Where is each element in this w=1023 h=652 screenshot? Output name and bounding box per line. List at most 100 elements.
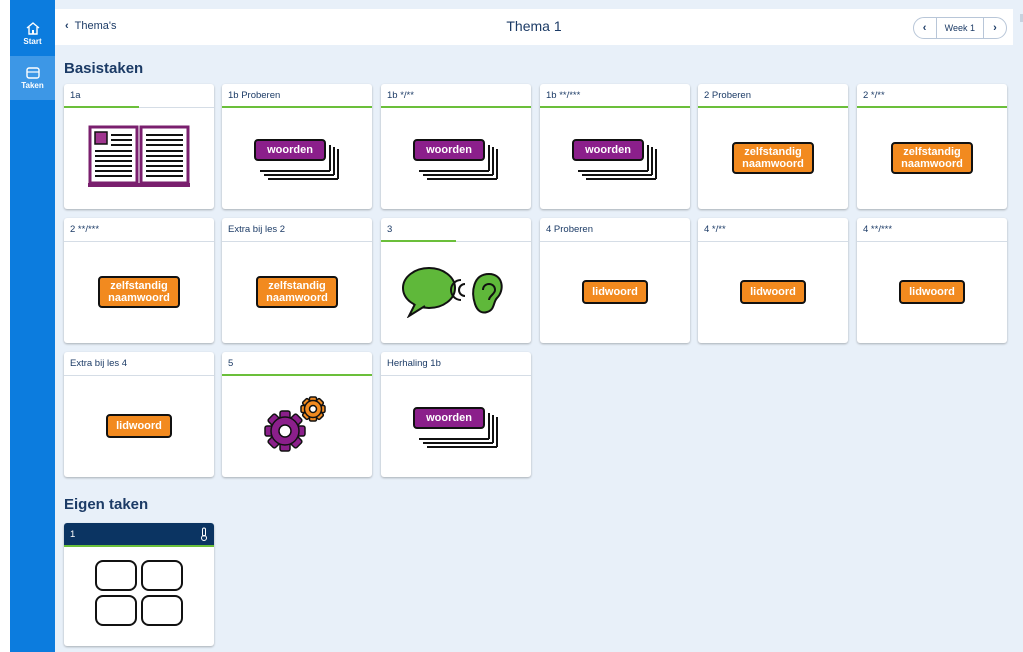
card-progress-bar [222,106,372,108]
card-header: 1 [64,523,214,547]
card-illustration: zelfstandig naamwoord [857,108,1007,208]
page-title: Thema 1 [506,18,562,34]
card-illustration: woorden [222,108,372,208]
card-progress-bar [698,106,848,108]
sidebar-item-start[interactable]: Start [10,12,55,56]
section-title-eigen-taken: Eigen taken [64,496,149,513]
card-illustration: zelfstandig naamwoord [222,242,372,342]
sidebar-item-taken[interactable]: Taken [10,56,55,100]
card-illustration: lidwoord [857,242,1007,342]
card-progress-bar [381,240,456,242]
section-title-basistaken: Basistaken [64,60,144,77]
zelfstandig-naamwoord-tag: zelfstandig naamwoord [98,276,180,308]
card-title: 3 [387,224,393,235]
woorden-tag: woorden [411,403,501,449]
woorden-label: woorden [572,139,644,161]
zelfstandig-naamwoord-tag: zelfstandig naamwoord [256,276,338,308]
card-title: 1b Proberen [228,90,281,101]
tag-line: zelfstandig [110,280,168,292]
task-card[interactable]: Extra bij les 2 zelfstandig naamwoord [222,218,372,343]
woorden-label: woorden [413,407,485,429]
card-title: Herhaling 1b [387,358,441,369]
task-card[interactable]: 4 Proberen lidwoord [540,218,690,343]
task-card[interactable]: 2 Proberen zelfstandig naamwoord [698,84,848,209]
card-title: 4 */** [704,224,726,235]
sidebar-item-label: Start [23,37,42,46]
card-header: 2 Proberen [698,84,848,108]
card-illustration: lidwoord [64,376,214,476]
card-illustration [222,376,372,476]
card-progress-bar [222,374,372,376]
task-card[interactable]: 1b */** woorden [381,84,531,209]
card-header: 1a [64,84,214,108]
tag-line: zelfstandig [268,280,326,292]
card-illustration: woorden [381,376,531,476]
grid-icon [93,558,185,633]
card-title: 2 **/*** [70,224,100,235]
card-illustration: lidwoord [540,242,690,342]
card-illustration: lidwoord [698,242,848,342]
card-title: 1b */** [387,90,414,101]
card-header: 4 */** [698,218,848,242]
sidebar: Start Taken [10,0,55,652]
task-card[interactable]: 4 **/*** lidwoord [857,218,1007,343]
lidwoord-tag: lidwoord [899,280,965,304]
woorden-tag: woorden [252,135,342,181]
card-header: Extra bij les 2 [222,218,372,242]
own-task-card[interactable]: 1 [64,523,214,646]
task-card[interactable]: 1b **/*** woorden [540,84,690,209]
sidebar-item-label: Taken [21,80,44,90]
woorden-label: woorden [413,139,485,161]
card-progress-bar [64,106,139,108]
card-header: 4 Proberen [540,218,690,242]
lidwoord-tag: lidwoord [740,280,806,304]
woorden-tag: woorden [570,135,660,181]
card-illustration: woorden [381,108,531,208]
task-card[interactable]: 3 [381,218,531,343]
card-illustration: zelfstandig naamwoord [64,242,214,342]
card-header: Herhaling 1b [381,352,531,376]
card-header: 1b */** [381,84,531,108]
zelfstandig-naamwoord-tag: zelfstandig naamwoord [891,142,973,174]
task-card[interactable]: 2 **/*** zelfstandig naamwoord [64,218,214,343]
card-header: 3 [381,218,531,242]
sidebar-margin [0,0,10,652]
zelfstandig-naamwoord-tag: zelfstandig naamwoord [732,142,814,174]
card-header: 1b **/*** [540,84,690,108]
task-card[interactable]: Herhaling 1b woorden [381,352,531,477]
card-title: Extra bij les 2 [228,224,286,235]
speak-listen-icon [401,262,511,323]
task-card[interactable]: Extra bij les 4 lidwoord [64,352,214,477]
thermometer-icon[interactable] [200,527,208,544]
task-card[interactable]: 1b Proberen woorden [222,84,372,209]
task-card[interactable]: 2 */** zelfstandig naamwoord [857,84,1007,209]
card-title: 4 Proberen [546,224,594,235]
card-header: 1b Proberen [222,84,372,108]
tag-line: naamwoord [901,158,963,170]
header: ‹ Thema's Thema 1 ‹ Week 1 › [55,9,1013,45]
home-icon [26,22,40,35]
tag-line: zelfstandig [903,146,961,158]
card-header: 2 **/*** [64,218,214,242]
task-card[interactable]: 4 */** lidwoord [698,218,848,343]
tag-line: naamwoord [108,292,170,304]
woorden-label: woorden [254,139,326,161]
task-card[interactable]: 1a [64,84,214,209]
tag-line: zelfstandig [744,146,802,158]
task-card[interactable]: 5 [222,352,372,477]
woorden-tag: woorden [411,135,501,181]
card-title: 2 */** [863,90,885,101]
card-progress-bar [540,106,690,108]
tasks-icon [25,66,40,79]
card-illustration [64,547,214,643]
next-week-button[interactable]: › [984,18,1006,38]
card-header: 5 [222,352,372,376]
lidwoord-tag: lidwoord [582,280,648,304]
card-header: 2 */** [857,84,1007,108]
tag-line: naamwoord [742,158,804,170]
book-icon [87,121,191,196]
card-title: 1b **/*** [546,90,581,101]
previous-week-button[interactable]: ‹ [914,18,936,38]
week-label: Week 1 [935,18,984,38]
week-navigator: ‹ Week 1 › [912,17,1007,39]
